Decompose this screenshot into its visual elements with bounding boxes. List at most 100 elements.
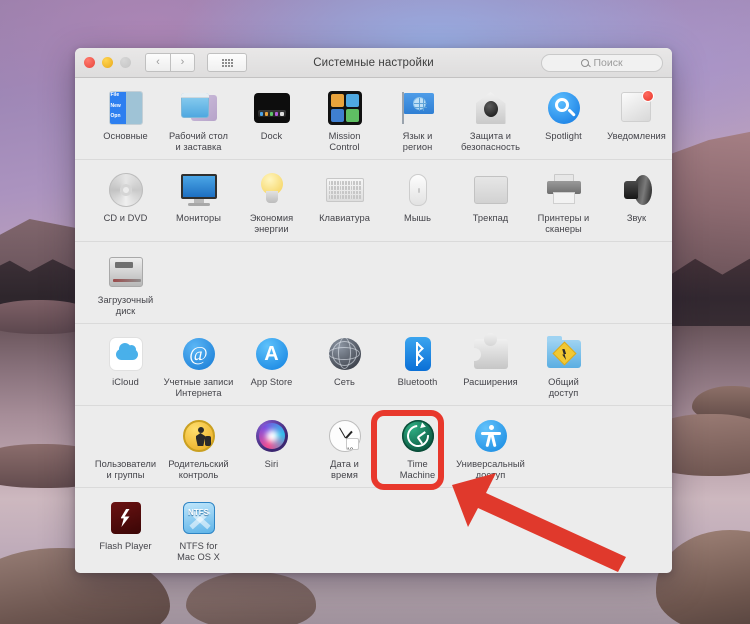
- pref-item-label: Клавиатура: [319, 213, 370, 224]
- accessibility-icon: [472, 417, 510, 455]
- printers-scanners-icon: [545, 171, 583, 209]
- search-input[interactable]: Поиск: [541, 54, 663, 72]
- pref-item-label: Mission Control: [329, 131, 361, 153]
- pref-item-label: Spotlight: [545, 131, 582, 142]
- pref-item-startup-disk[interactable]: Загрузочный диск: [89, 251, 162, 317]
- traffic-light-group: [84, 57, 131, 68]
- pref-item-label: Защита и безопасность: [461, 131, 520, 153]
- ntfs-label: NTFS: [184, 503, 214, 533]
- pref-item-spotlight[interactable]: Spotlight: [527, 87, 600, 153]
- dock-icon: [253, 89, 291, 127]
- desktop-screensaver-icon: [180, 89, 218, 127]
- pref-item-icloud[interactable]: iCloud: [89, 333, 162, 399]
- pref-item-label: Сеть: [334, 377, 355, 388]
- grid-icon: [222, 59, 233, 67]
- show-all-button[interactable]: [207, 53, 247, 72]
- pref-item-label: NTFS for Mac OS X: [177, 541, 220, 563]
- close-button[interactable]: [84, 57, 95, 68]
- pref-item-sound[interactable]: Звук: [600, 169, 672, 235]
- security-privacy-icon: [472, 89, 510, 127]
- flash-player-icon: [107, 499, 145, 537]
- mouse-icon: [399, 171, 437, 209]
- pref-item-accessibility[interactable]: Универсальный доступ: [454, 415, 527, 481]
- pref-item-flash-player[interactable]: Flash Player: [89, 497, 162, 563]
- pref-item-notifications[interactable]: Уведомления: [600, 87, 672, 153]
- search-placeholder: Поиск: [593, 57, 622, 69]
- siri-icon: [253, 417, 291, 455]
- pref-item-internet-accounts[interactable]: @ Учетные записи Интернета: [162, 333, 235, 399]
- zoom-button[interactable]: [120, 57, 131, 68]
- prefs-row: Flash Player NTFS NTFS for Mac OS X: [75, 488, 672, 569]
- pref-item-network[interactable]: Сеть: [308, 333, 381, 399]
- app-store-icon: [253, 335, 291, 373]
- pref-item-extensions[interactable]: Расширения: [454, 333, 527, 399]
- extensions-icon: [472, 335, 510, 373]
- pref-item-label: Дата и время: [330, 459, 359, 481]
- pref-item-label: Экономия энергии: [250, 213, 293, 235]
- pref-item-label: Общий доступ: [548, 377, 579, 399]
- pref-item-label: Универсальный доступ: [456, 459, 525, 481]
- pref-item-energy-saver[interactable]: Экономия энергии: [235, 169, 308, 235]
- window-titlebar: ‹ › Системные настройки Поиск: [75, 48, 672, 78]
- icloud-icon: [107, 335, 145, 373]
- prefs-row: Пользователи и группы Родительский контр…: [75, 406, 672, 488]
- pref-item-label: Мышь: [404, 213, 431, 224]
- mission-control-icon: [326, 89, 364, 127]
- navigation-buttons: ‹ ›: [145, 53, 195, 72]
- language-region-icon: [399, 89, 437, 127]
- pref-item-users-groups[interactable]: Пользователи и группы: [89, 415, 162, 481]
- prefs-row: iCloud @ Учетные записи Интернета App St…: [75, 324, 672, 406]
- pref-item-language-region[interactable]: Язык и регион: [381, 87, 454, 153]
- prefs-row: Загрузочный диск: [75, 242, 672, 324]
- pref-item-time-machine[interactable]: Time Machine: [381, 415, 454, 481]
- pref-item-label: Родительский контроль: [168, 459, 228, 481]
- pref-item-label: Принтеры и сканеры: [538, 213, 590, 235]
- search-icon: [581, 59, 589, 67]
- pref-item-cd-dvd[interactable]: CD и DVD: [89, 169, 162, 235]
- pref-item-label: Загрузочный диск: [98, 295, 153, 317]
- pref-item-trackpad[interactable]: Трекпад: [454, 169, 527, 235]
- startup-disk-icon: [107, 253, 145, 291]
- trackpad-icon: [472, 171, 510, 209]
- pref-item-keyboard[interactable]: Клавиатура: [308, 169, 381, 235]
- pref-item-label: Dock: [261, 131, 282, 142]
- users-groups-icon: [107, 417, 145, 455]
- pref-item-label: Flash Player: [99, 541, 151, 552]
- date-time-icon: 18: [326, 417, 364, 455]
- pref-item-label: Time Machine: [400, 459, 436, 481]
- pref-item-siri[interactable]: Siri: [235, 415, 308, 481]
- pref-item-label: CD и DVD: [104, 213, 148, 224]
- pref-item-ntfs-mac[interactable]: NTFS NTFS for Mac OS X: [162, 497, 235, 563]
- pref-item-desktop-screensaver[interactable]: Рабочий стол и заставка: [162, 87, 235, 153]
- pref-item-parental-controls[interactable]: Родительский контроль: [162, 415, 235, 481]
- pref-item-label: Мониторы: [176, 213, 221, 224]
- cd-dvd-icon: [107, 171, 145, 209]
- energy-saver-icon: [253, 171, 291, 209]
- pref-item-printers-scanners[interactable]: Принтеры и сканеры: [527, 169, 600, 235]
- pref-item-displays[interactable]: Мониторы: [162, 169, 235, 235]
- pref-item-security-privacy[interactable]: Защита и безопасность: [454, 87, 527, 153]
- pref-item-dock[interactable]: Dock: [235, 87, 308, 153]
- calendar-day: 18: [347, 448, 354, 450]
- pref-item-date-time[interactable]: 18 Дата и время: [308, 415, 381, 481]
- pref-item-mouse[interactable]: Мышь: [381, 169, 454, 235]
- pref-item-app-store[interactable]: App Store: [235, 333, 308, 399]
- pref-item-sharing[interactable]: Общий доступ: [527, 333, 600, 399]
- pref-item-label: Язык и регион: [403, 131, 433, 153]
- sharing-icon: [545, 335, 583, 373]
- pref-item-label: Bluetooth: [398, 377, 438, 388]
- pref-item-bluetooth[interactable]: Bluetooth: [381, 333, 454, 399]
- pref-item-mission-control[interactable]: Mission Control: [308, 87, 381, 153]
- pref-item-label: Расширения: [463, 377, 518, 388]
- pref-item-label: Пользователи и группы: [95, 459, 156, 481]
- pref-item-general[interactable]: FileNewOpn Основные: [89, 87, 162, 153]
- forward-button[interactable]: ›: [170, 53, 195, 72]
- prefs-row: CD и DVD Мониторы Экономия энергии: [75, 160, 672, 242]
- back-button[interactable]: ‹: [145, 53, 170, 72]
- pref-item-label: Уведомления: [607, 131, 666, 142]
- system-preferences-window: ‹ › Системные настройки Поиск FileNewOpn…: [75, 48, 672, 573]
- minimize-button[interactable]: [102, 57, 113, 68]
- bluetooth-icon: [399, 335, 437, 373]
- general-icon: FileNewOpn: [107, 89, 145, 127]
- notifications-icon: [618, 89, 656, 127]
